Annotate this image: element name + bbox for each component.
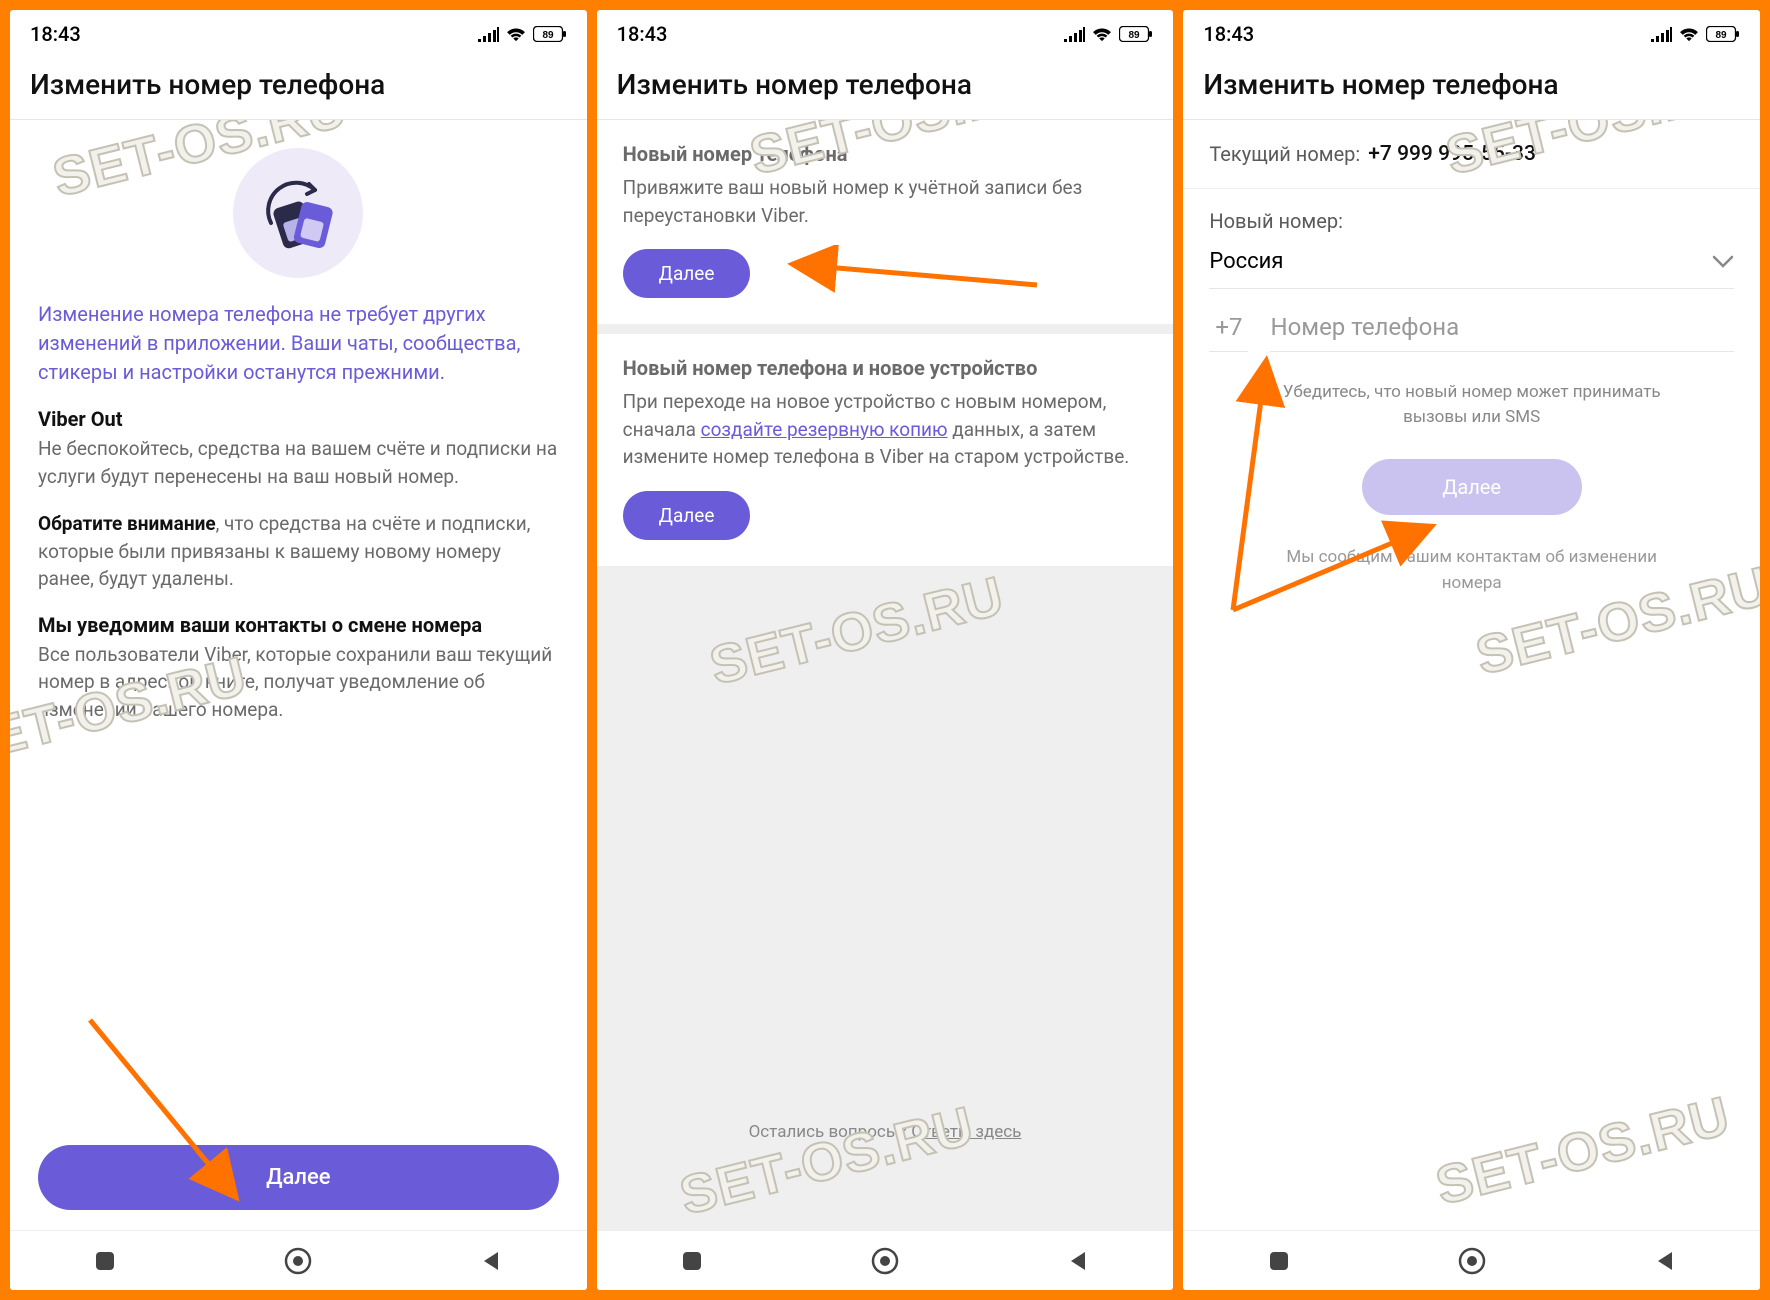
chevron-down-icon — [1712, 255, 1734, 269]
status-bar: 18:43 89 — [1183, 10, 1760, 54]
card-new-number: Новый номер телефона Привяжите ваш новый… — [597, 120, 1174, 324]
faq-link-row: Остались вопросы? Ответы здесь — [749, 1122, 1022, 1142]
status-indicators: 89 — [1650, 26, 1740, 42]
next-button-disabled[interactable]: Далее — [1362, 459, 1582, 515]
section-title: Мы уведомим ваши контакты о смене номера — [38, 613, 559, 637]
section-notify: Мы уведомим ваши контакты о смене номера… — [10, 593, 587, 724]
signal-icon — [477, 26, 499, 42]
current-number-row: Текущий номер: +7 999 995-55-33 — [1183, 120, 1760, 189]
content-area: Текущий номер: +7 999 995-55-33 Новый но… — [1183, 120, 1760, 1230]
country-value: Россия — [1209, 249, 1283, 274]
status-time: 18:43 — [30, 22, 81, 46]
section-body: Все пользователи Viber, которые сохранил… — [38, 641, 559, 724]
nav-home-icon[interactable] — [1457, 1246, 1487, 1276]
battery-icon: 89 — [533, 26, 567, 42]
svg-text:89: 89 — [1715, 30, 1727, 41]
watermark: SET-OS.RU — [1430, 1085, 1736, 1218]
card-title: Новый номер телефона и новое устройство — [623, 356, 1148, 380]
current-number-value: +7 999 995-55-33 — [1368, 142, 1536, 166]
status-time: 18:43 — [617, 22, 668, 46]
android-nav-bar — [597, 1230, 1174, 1290]
nav-recent-icon[interactable] — [92, 1248, 118, 1274]
android-nav-bar — [10, 1230, 587, 1290]
page-title: Изменить номер телефона — [1183, 54, 1760, 120]
phone-prefix: +7 — [1209, 313, 1248, 352]
sim-swap-icon — [233, 148, 363, 278]
card-title: Новый номер телефона — [623, 142, 1148, 166]
android-nav-bar — [1183, 1230, 1760, 1290]
footer-area: Остались вопросы? Ответы здесь — [597, 640, 1174, 1170]
wifi-icon — [1678, 26, 1700, 42]
intro-text: Изменение номера телефона не требует дру… — [10, 300, 587, 387]
card-new-number-device: Новый номер телефона и новое устройство … — [597, 334, 1174, 566]
wifi-icon — [505, 26, 527, 42]
current-number-label: Текущий номер: — [1209, 142, 1360, 166]
battery-icon: 89 — [1119, 26, 1153, 42]
faq-link[interactable]: Ответы здесь — [911, 1122, 1021, 1142]
phone-input-row: +7 Номер телефона — [1209, 289, 1734, 362]
phone-screen-3: 18:43 89 Изменить номер телефона Текущий… — [1183, 10, 1760, 1290]
nav-back-icon[interactable] — [478, 1248, 504, 1274]
nav-home-icon[interactable] — [283, 1246, 313, 1276]
status-bar: 18:43 89 — [597, 10, 1174, 54]
signal-icon — [1063, 26, 1085, 42]
card-body: При переходе на новое устройство с новым… — [623, 388, 1148, 471]
phone-screen-1: 18:43 89 Изменить номер телефона Изменен… — [10, 10, 587, 1290]
nav-back-icon[interactable] — [1065, 1248, 1091, 1274]
new-number-label: Новый номер: — [1209, 209, 1734, 233]
country-select[interactable]: Россия — [1209, 239, 1734, 289]
page-title: Изменить номер телефона — [10, 54, 587, 120]
phone-number-input[interactable]: Номер телефона — [1270, 313, 1734, 352]
svg-text:89: 89 — [542, 30, 554, 41]
section-body: Не беспокойтесь, средства на вашем счёте… — [38, 435, 559, 490]
section-viber-out: Viber Out Не беспокойтесь, средства на в… — [10, 387, 587, 490]
page-title: Изменить номер телефона — [597, 54, 1174, 120]
status-indicators: 89 — [1063, 26, 1153, 42]
nav-recent-icon[interactable] — [1266, 1248, 1292, 1274]
card-body: Привяжите ваш новый номер к учётной запи… — [623, 174, 1148, 229]
backup-link[interactable]: создайте резервную копию — [701, 418, 948, 441]
nav-home-icon[interactable] — [870, 1246, 900, 1276]
signal-icon — [1650, 26, 1672, 42]
wifi-icon — [1091, 26, 1113, 42]
nav-recent-icon[interactable] — [679, 1248, 705, 1274]
content-area: Изменение номера телефона не требует дру… — [10, 120, 587, 1230]
illustration-area — [10, 120, 587, 300]
phone-screen-2: 18:43 89 Изменить номер телефона Новый н… — [597, 10, 1174, 1290]
new-number-area: Новый номер: Россия +7 Номер телефона Уб… — [1183, 189, 1760, 604]
notice-text: Мы сообщим вашим контактам об изменении … — [1209, 535, 1734, 596]
status-indicators: 89 — [477, 26, 567, 42]
next-button[interactable]: Далее — [623, 249, 751, 298]
status-time: 18:43 — [1203, 22, 1254, 46]
battery-icon: 89 — [1706, 26, 1740, 42]
section-title: Viber Out — [38, 407, 559, 431]
section-body: Обратите внимание, что средства на счёте… — [38, 510, 559, 593]
next-button[interactable]: Далее — [38, 1145, 559, 1210]
status-bar: 18:43 89 — [10, 10, 587, 54]
section-attention: Обратите внимание, что средства на счёте… — [10, 490, 587, 593]
hint-text: Убедитесь, что новый номер может принима… — [1209, 380, 1734, 429]
next-button[interactable]: Далее — [623, 491, 751, 540]
nav-back-icon[interactable] — [1652, 1248, 1678, 1274]
content-area: Новый номер телефона Привяжите ваш новый… — [597, 120, 1174, 1230]
bold-prefix: Обратите внимание — [38, 512, 216, 535]
svg-text:89: 89 — [1129, 30, 1141, 41]
